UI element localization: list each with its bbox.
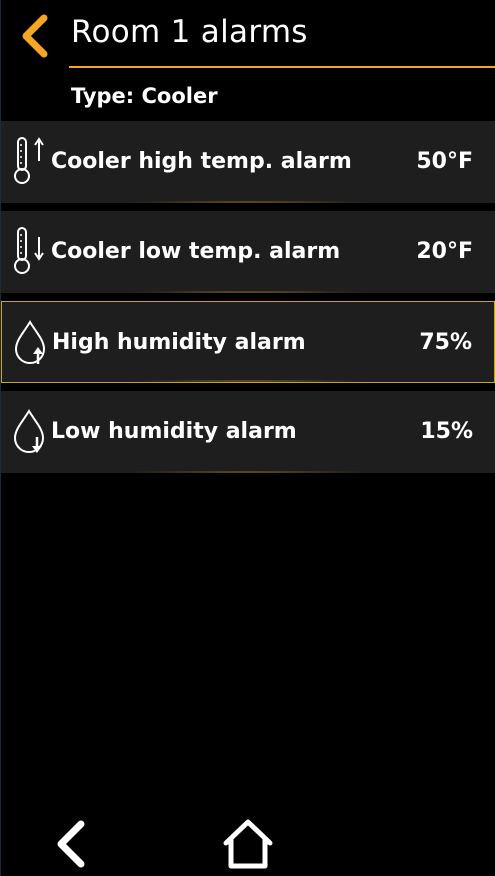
alarm-label: Cooler low temp. alarm: [51, 239, 341, 264]
droplet-down-icon: [13, 409, 45, 453]
alarm-row-high-temp[interactable]: Cooler high temp. alarm 50°F: [1, 121, 495, 203]
chevron-left-icon[interactable]: [17, 12, 51, 60]
page-title: Room 1 alarms: [71, 14, 308, 50]
header: Room 1 alarms: [1, 0, 495, 72]
alarm-list: Cooler high temp. alarm 50°F Cooler low …: [1, 121, 495, 481]
type-label: Type: Cooler: [71, 84, 218, 108]
alarm-value: 75%: [419, 330, 472, 355]
alarm-value: 15%: [420, 419, 473, 444]
bottom-nav: [1, 810, 495, 876]
title-underline: [69, 66, 495, 68]
row-glow: [121, 471, 375, 473]
alarm-label: High humidity alarm: [52, 330, 306, 355]
alarm-row-high-humidity[interactable]: High humidity alarm 75%: [1, 301, 495, 383]
row-glow: [121, 291, 375, 293]
droplet-up-icon: [14, 320, 46, 364]
alarm-label: Cooler high temp. alarm: [51, 149, 352, 174]
thermometer-up-icon: [14, 137, 44, 184]
alarm-value: 50°F: [416, 149, 473, 174]
alarm-value: 20°F: [416, 239, 473, 264]
alarm-row-low-temp[interactable]: Cooler low temp. alarm 20°F: [1, 211, 495, 293]
row-glow: [121, 201, 375, 203]
alarm-row-low-humidity[interactable]: Low humidity alarm 15%: [1, 391, 495, 473]
thermometer-down-icon: [14, 227, 44, 274]
row-glow: [122, 380, 374, 382]
chevron-left-icon[interactable]: [51, 818, 91, 870]
alarm-label: Low humidity alarm: [51, 419, 297, 444]
home-icon[interactable]: [219, 816, 277, 872]
